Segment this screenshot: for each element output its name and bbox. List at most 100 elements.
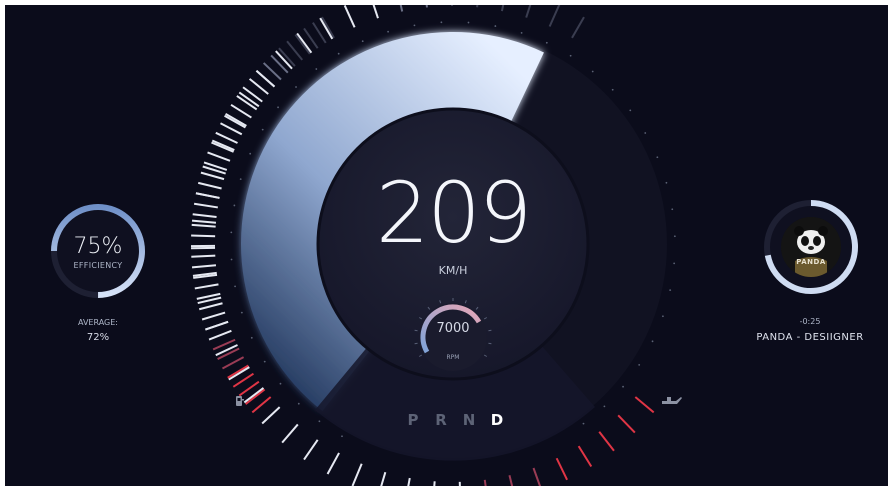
- scale-dot: [297, 402, 300, 405]
- scale-dot: [318, 420, 321, 423]
- level-bar: [476, 5, 479, 8]
- rpm-tick: [414, 342, 418, 345]
- scale-dot: [233, 204, 236, 207]
- level-bar: [221, 356, 245, 370]
- scale-dot: [582, 422, 585, 425]
- scale-dot: [361, 40, 364, 43]
- level-bar: [199, 302, 223, 311]
- efficiency-label: EFFICIENCY: [73, 261, 123, 270]
- level-bar: [205, 320, 229, 331]
- gear-p[interactable]: P: [405, 411, 421, 431]
- track-title: PANDA - DESIIGNER: [756, 332, 864, 343]
- level-bar: [458, 481, 461, 486]
- average-label: AVERAGE:: [77, 318, 118, 327]
- level-bar: [303, 439, 319, 461]
- rpm-unit: RPM: [446, 354, 460, 361]
- level-bar: [193, 202, 218, 209]
- rpm-tick: [488, 329, 492, 332]
- level-bar: [380, 471, 387, 486]
- level-bar: [262, 62, 282, 81]
- level-bar: [548, 5, 561, 27]
- speed-value: 209: [375, 164, 532, 262]
- oil-can-icon: [662, 397, 682, 404]
- album-art-title: PANDA: [796, 258, 826, 266]
- level-bar: [248, 78, 269, 95]
- level-bar: [577, 445, 593, 468]
- level-bar: [500, 5, 505, 12]
- level-bar: [225, 113, 247, 127]
- scale-dot: [240, 311, 243, 314]
- level-bar: [195, 192, 220, 199]
- scale-dot: [662, 315, 664, 318]
- scale-dot: [230, 231, 233, 234]
- level-bar: [555, 457, 568, 481]
- scale-dot: [622, 385, 624, 388]
- level-bar: [399, 5, 404, 12]
- level-bar: [245, 388, 266, 405]
- level-bar: [351, 463, 363, 486]
- scale-dot: [629, 109, 632, 112]
- level-bar: [425, 5, 428, 8]
- level-bar: [194, 283, 219, 290]
- level-bar: [634, 396, 655, 414]
- scale-dot: [315, 68, 318, 70]
- level-bar: [242, 86, 263, 103]
- level-bar: [321, 16, 335, 39]
- album-art[interactable]: PANDA: [781, 217, 841, 277]
- scale-dot: [263, 360, 266, 363]
- level-bar: [525, 5, 532, 18]
- scale-dot: [337, 52, 340, 55]
- level-bar: [407, 477, 411, 486]
- level-bar: [207, 151, 231, 162]
- gear-n[interactable]: N: [461, 411, 477, 431]
- level-bar: [433, 481, 436, 486]
- level-bar: [281, 423, 299, 444]
- level-bar: [255, 70, 276, 88]
- scale-dot: [644, 132, 647, 134]
- level-bar: [208, 329, 232, 341]
- scale-dot: [611, 88, 614, 91]
- level-bar: [191, 254, 216, 258]
- level-bar: [251, 396, 272, 414]
- gear-selector[interactable]: P R N D: [405, 411, 505, 431]
- scale-dot: [569, 54, 572, 57]
- scale-dot: [545, 41, 548, 44]
- scale-dot: [387, 30, 389, 33]
- level-bar: [230, 103, 252, 119]
- level-bar: [197, 181, 222, 190]
- scale-dot: [440, 21, 443, 24]
- level-bar: [326, 452, 340, 475]
- gear-d[interactable]: D: [489, 411, 505, 431]
- scale-dot: [277, 106, 279, 109]
- scale-dot: [341, 435, 343, 438]
- level-bar: [227, 364, 249, 379]
- level-bar: [270, 54, 289, 74]
- gear-r[interactable]: R: [433, 411, 449, 431]
- level-bar: [508, 474, 514, 486]
- level-bar: [372, 5, 379, 19]
- scale-dot: [230, 258, 233, 261]
- scale-dot: [295, 86, 297, 88]
- scale-dot: [494, 25, 497, 27]
- scale-dot: [413, 24, 416, 27]
- level-bar: [201, 311, 226, 321]
- scale-dot: [234, 285, 236, 288]
- level-bar: [261, 406, 281, 425]
- level-bar: [617, 414, 636, 434]
- level-bar: [191, 234, 216, 238]
- scale-dot: [656, 156, 659, 159]
- level-bar: [191, 219, 217, 224]
- speed-unit: KM/H: [438, 264, 468, 277]
- level-bar: [286, 40, 304, 61]
- scale-dot: [279, 382, 282, 385]
- scale-dot: [651, 340, 654, 343]
- scale-dot: [665, 181, 668, 184]
- scale-dot: [261, 128, 264, 131]
- rpm-value: 7000: [436, 321, 470, 336]
- level-bar: [191, 264, 217, 269]
- scale-dot: [239, 178, 242, 180]
- car-dashboard: 209 KM/H 7000 RPM 75% EFFICIENCY AVERAGE…: [5, 5, 888, 486]
- level-bar: [483, 479, 487, 486]
- scale-dot: [250, 336, 253, 339]
- efficiency-value: 75%: [73, 234, 123, 259]
